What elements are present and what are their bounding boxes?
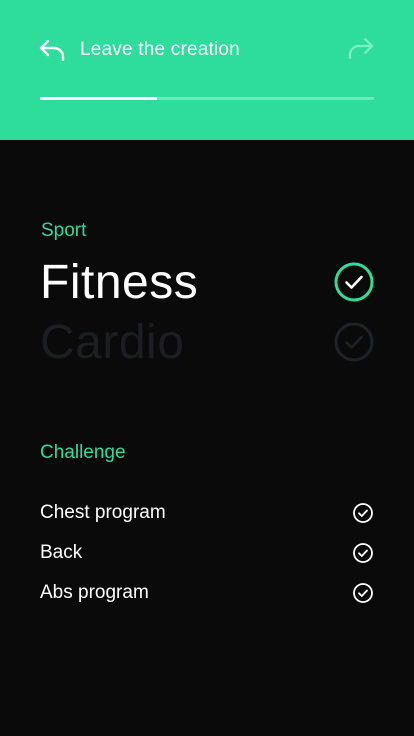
creation-progress-fill: [40, 97, 157, 100]
check-circle-icon: [334, 262, 374, 302]
leave-creation-label: Leave the creation: [80, 39, 240, 60]
check-circle-icon: [353, 543, 373, 563]
check-circle-icon: [334, 322, 374, 362]
challenge-item-abs-program[interactable]: Abs program: [40, 578, 374, 608]
check-circle-icon: [353, 503, 373, 523]
challenge-item-label: Chest program: [40, 502, 166, 523]
forward-button[interactable]: [346, 36, 376, 64]
challenge-item-label: Abs program: [40, 582, 149, 603]
check-circle-icon: [353, 583, 373, 603]
leave-creation-button[interactable]: Leave the creation: [38, 36, 240, 64]
sport-option-name: Cardio: [40, 315, 185, 369]
creation-progress-bar: [40, 97, 374, 100]
challenge-section-label: Challenge: [40, 442, 126, 463]
challenge-item-label: Back: [40, 542, 83, 563]
header-bar: Leave the creation: [0, 0, 414, 140]
redo-arrow-icon: [348, 37, 374, 60]
challenge-item-chest-program[interactable]: Chest program: [40, 498, 374, 528]
sport-section-label: Sport: [41, 220, 87, 241]
undo-arrow-icon: [39, 39, 65, 62]
sport-option-name: Fitness: [40, 255, 199, 309]
sport-option-cardio[interactable]: Cardio: [40, 312, 374, 372]
challenge-item-back[interactable]: Back: [40, 538, 374, 568]
sport-option-fitness[interactable]: Fitness: [40, 252, 374, 312]
